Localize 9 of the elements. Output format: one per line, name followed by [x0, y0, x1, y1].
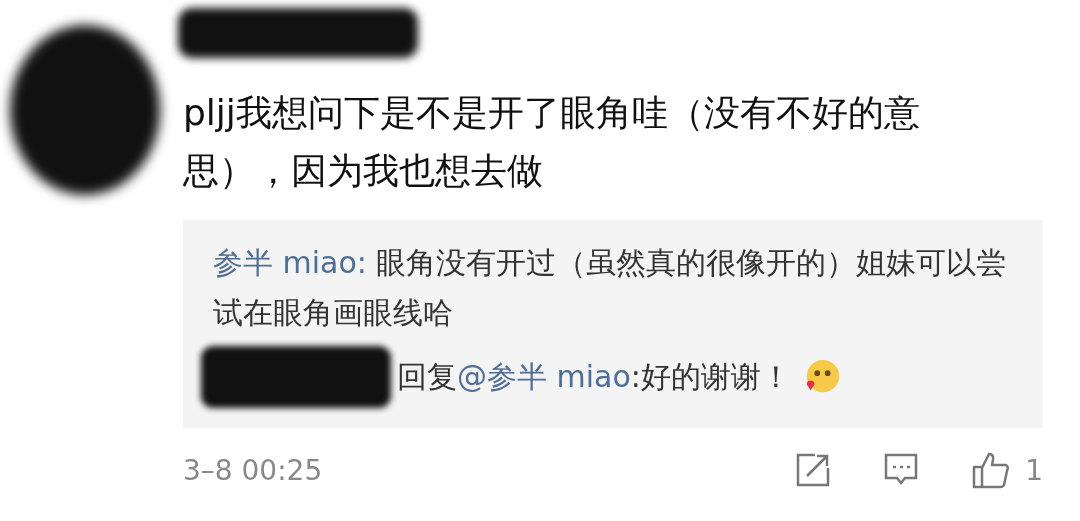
author-link[interactable]: 参半 miao:	[213, 245, 367, 280]
timestamp: 3–8 00:25	[183, 453, 323, 487]
like-count: 1	[1025, 453, 1043, 487]
like-icon[interactable]	[971, 450, 1012, 490]
reply-text: 回复@参半 miao:好的谢谢！	[397, 358, 791, 396]
reply-text: 参半 miao: 眼角没有开过（虽然真的很像开的）姐妹可以尝试在眼角画眼线哈	[213, 244, 1008, 332]
share-icon[interactable]	[795, 452, 832, 488]
comment-text: pljj我想问下是不是开了眼角哇（没有不好的意思），因为我也想去做	[183, 91, 921, 193]
mention-link[interactable]: @参半 miao	[457, 359, 631, 394]
